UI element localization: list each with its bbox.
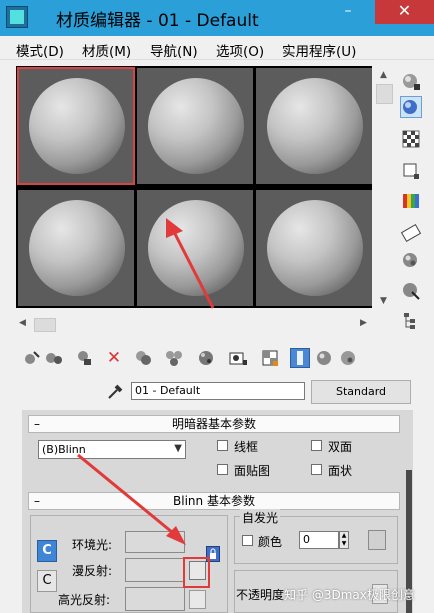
- annotation-arrow-1: [170, 227, 215, 309]
- annotation-arrows: [77, 218, 215, 545]
- annotation-arrow-2: [77, 453, 179, 539]
